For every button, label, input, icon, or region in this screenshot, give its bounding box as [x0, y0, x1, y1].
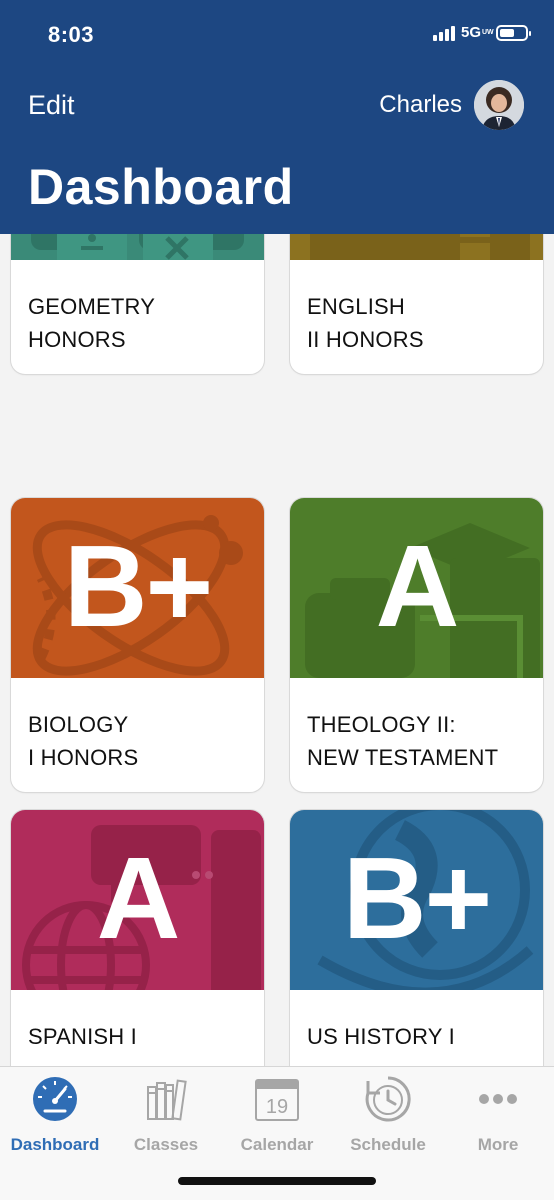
course-name: BIOLOGY I HONORS [28, 712, 139, 770]
signal-icon [432, 25, 455, 41]
edit-button[interactable]: Edit [28, 90, 75, 121]
course-card-banner: A [290, 498, 543, 678]
tab-label: Calendar [240, 1135, 314, 1154]
grade-label: B+ [63, 521, 214, 651]
course-name: SPANISH I [28, 1024, 137, 1049]
tab-calendar[interactable]: 19 Calendar [222, 1075, 332, 1155]
battery-fill [500, 28, 515, 37]
network-sub-label: UW [482, 29, 494, 36]
battery-icon [496, 24, 531, 41]
page-title: Dashboard [28, 159, 294, 215]
course-name: US HISTORY I [307, 1024, 455, 1049]
course-card-biology[interactable]: B+ BIOLOGY I HONORS [11, 498, 264, 792]
user-profile[interactable]: Charles [379, 80, 524, 130]
course-card-banner: B+ [290, 810, 543, 990]
status-indicators: 5G UW [432, 24, 531, 41]
tab-schedule[interactable]: Schedule [333, 1075, 443, 1155]
course-card-banner: A [11, 810, 264, 990]
books-icon [147, 1079, 187, 1121]
home-indicator [178, 1177, 376, 1185]
tab-more[interactable]: More [443, 1075, 553, 1155]
course-card-theology[interactable]: A THEOLOGY II: NEW TESTAMENT [290, 498, 543, 792]
course-card-banner: B+ [11, 498, 264, 678]
calendar-day: 19 [266, 1096, 288, 1118]
dashboard-screen: B+ GEOMETRY HONORS B+ ENGLISH II HON [0, 0, 554, 1200]
gauge-icon [33, 1077, 77, 1121]
grade-label: B+ [342, 833, 493, 963]
calendar-icon: 19 [255, 1079, 299, 1121]
tab-dashboard[interactable]: Dashboard [0, 1075, 110, 1155]
status-time: 8:03 [48, 22, 95, 47]
grade-label: A [96, 833, 181, 963]
grade-label: A [375, 521, 460, 651]
avatar[interactable] [474, 80, 524, 130]
course-card-spanish[interactable]: A SPANISH I [11, 810, 264, 1104]
tab-label: Classes [133, 1135, 199, 1154]
course-name: THEOLOGY II: NEW TESTAMENT [307, 712, 499, 770]
tab-label: More [477, 1135, 519, 1154]
tab-label: Dashboard [10, 1135, 100, 1154]
tab-label: Schedule [350, 1135, 426, 1154]
app-header: 8:03 5G UW Edit Charles Dashboard [0, 0, 554, 234]
clock-icon [365, 1076, 411, 1122]
network-indicator: 5G UW [460, 24, 494, 41]
course-name: ENGLISH II HONORS [307, 294, 424, 352]
user-name: Charles [379, 91, 462, 118]
course-card-us-history[interactable]: B+ US HISTORY I [290, 810, 543, 1104]
network-label: 5G [460, 24, 481, 41]
course-name: GEOMETRY HONORS [28, 294, 156, 352]
more-dots-icon [479, 1094, 517, 1104]
tab-classes[interactable]: Classes [111, 1075, 221, 1155]
